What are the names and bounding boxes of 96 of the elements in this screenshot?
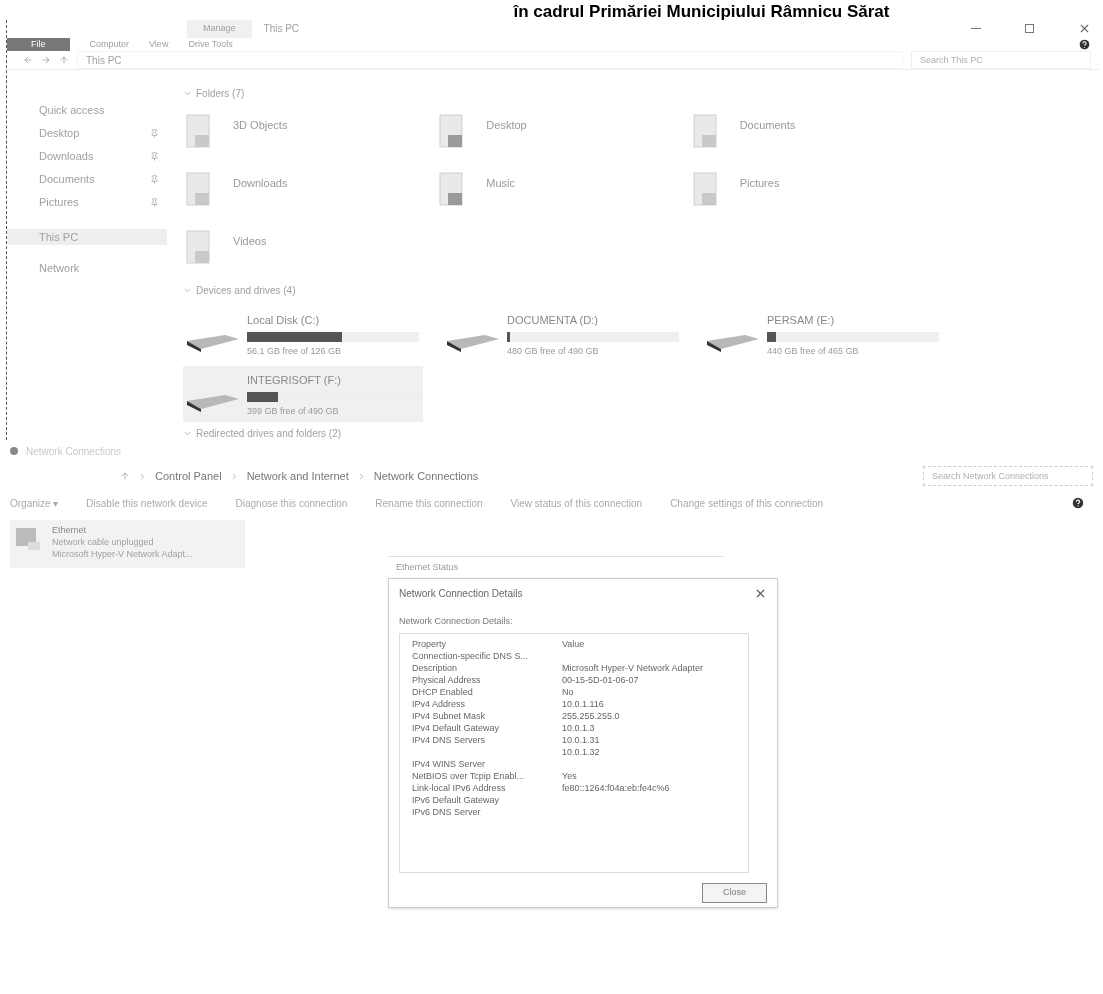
toolbar-button[interactable]: View status of this connection [510, 495, 643, 511]
drive-icon [707, 335, 759, 352]
folder-name: Documents [739, 118, 796, 133]
ribbon-tab[interactable]: View [149, 37, 169, 51]
search-field[interactable]: Search Network Connections [923, 466, 1093, 486]
breadcrumb-link[interactable]: Network and Internet [246, 467, 349, 485]
drive-name: INTEGRISOFT (F:) [247, 373, 342, 388]
sidebar-item[interactable]: Network [7, 260, 167, 276]
folder-name: Videos [233, 234, 267, 249]
table-cell-text: DHCP Enabled [412, 685, 474, 698]
window-title: This PC [263, 22, 300, 37]
network-icon [10, 447, 18, 455]
table-cell-text: Description [412, 661, 459, 674]
column-header: Value [562, 637, 586, 650]
back-arrow-icon[interactable] [23, 55, 33, 65]
chevron-icon[interactable] [183, 286, 192, 295]
close-button[interactable]: Close [702, 882, 767, 903]
toolbar-button[interactable]: Disable this network device [86, 495, 208, 511]
adapter-tile[interactable]: Ethernet Network cable unplugged Microsoft Hyper-V Network Adapt... [10, 520, 245, 568]
group-label: Network Connection Details: [399, 615, 514, 628]
table-cell-text: IPv4 WINS Server [412, 757, 486, 770]
table-cell-text: 10.0.1.31 [562, 733, 601, 746]
folder-name: Pictures [739, 176, 780, 191]
ribbon-tab[interactable]: Computer [89, 37, 130, 51]
table-cell-text: No [562, 685, 575, 698]
section-heading: Devices and drives (4) [196, 284, 296, 298]
table-cell-text: IPv4 DNS Servers [412, 733, 487, 746]
table-cell-text: Microsoft Hyper-V Network Adapter [562, 661, 705, 674]
section-heading: Redirected drives and folders (2) [196, 427, 342, 441]
maximize-icon[interactable] [1025, 24, 1034, 34]
toolbar-button[interactable]: Organize ▾ [10, 495, 59, 511]
drive-icon [447, 335, 499, 352]
sidebar-item[interactable]: Documents [7, 171, 167, 187]
dialog-title: Network Connection Details [399, 586, 524, 601]
drive-icon [187, 395, 239, 412]
section-heading: Folders (7) [196, 87, 245, 101]
table-cell-text: Connection-specific DNS S... [412, 649, 530, 662]
sidebar-item[interactable]: Desktop [7, 125, 167, 141]
free-space-text: 480 GB free of 490 GB [507, 344, 600, 358]
drive-tile[interactable]: PERSAM (E:) 440 GB free of 465 GB [703, 306, 943, 362]
table-cell-text: Link-local IPv6 Address [412, 781, 507, 794]
drive-name: PERSAM (E:) [767, 313, 836, 328]
folder-name: Music [486, 176, 516, 191]
drive-tile[interactable]: DOCUMENTA (D:) 480 GB free of 490 GB [443, 306, 683, 362]
free-space-text: 399 GB free of 490 GB [247, 404, 340, 418]
table-cell-text: IPv4 Subnet Mask [412, 709, 487, 722]
drive-tile[interactable]: Local Disk (C:) 56.1 GB free of 126 GB [183, 306, 423, 362]
sidebar-item[interactable]: Pictures [7, 194, 167, 210]
document-heading: în cadrul Primăriei Municipiului Râmnicu Sărat [513, 3, 890, 20]
free-space-text: 56.1 GB free of 126 GB [247, 344, 343, 358]
table-cell-text: IPv6 DNS Server [412, 805, 482, 818]
adapter-status: Network cable unplugged [52, 536, 155, 548]
breadcrumb-separator-icon [138, 471, 147, 481]
table-cell-text: Yes [562, 769, 578, 782]
chevron-icon[interactable] [183, 429, 192, 438]
table-cell-text: NetBIOS over Tcpip Enabl... [412, 769, 525, 782]
table-cell-text: 00-15-5D-01-06-07 [562, 673, 640, 686]
table-cell-text: 255.255.255.0 [562, 709, 621, 722]
toolbar-button[interactable]: Change settings of this connection [670, 495, 824, 511]
help-icon[interactable] [1078, 37, 1091, 51]
table-cell-text: 10.0.1.3 [562, 721, 596, 734]
table-cell-text: IPv4 Default Gateway [412, 721, 501, 734]
drive-name: DOCUMENTA (D:) [507, 313, 599, 328]
minimize-icon[interactable] [971, 28, 981, 30]
column-header: Property [412, 637, 447, 650]
chevron-icon[interactable] [183, 89, 192, 98]
sidebar-item[interactable]: Quick access [7, 102, 167, 118]
drive-icon [187, 335, 239, 352]
adapter-device: Microsoft Hyper-V Network Adapt... [52, 548, 193, 560]
table-cell-text: IPv6 Default Gateway [412, 793, 501, 806]
breadcrumb-link[interactable]: Network Connections [373, 467, 479, 485]
address-bar[interactable]: This PC [77, 51, 903, 69]
table-cell-text: fe80::1264:f04a:eb:fe4c%6 [562, 781, 671, 794]
folder-name: Downloads [233, 176, 288, 191]
up-arrow-icon[interactable] [59, 55, 69, 65]
toolbar-button[interactable]: Rename this connection [375, 495, 483, 511]
folder-name: 3D Objects [233, 118, 288, 133]
folder-name: Desktop [486, 118, 527, 133]
ribbon-tab[interactable]: Drive Tools [188, 37, 233, 51]
table-cell-text: Physical Address [412, 673, 482, 686]
table-cell-text: 10.0.1.32 [562, 745, 601, 758]
toolbar-button[interactable]: Diagnose this connection [235, 495, 348, 511]
free-space-text: 440 GB free of 465 GB [767, 344, 860, 358]
drive-tile[interactable]: INTEGRISOFT (F:) 399 GB free of 490 GB [183, 366, 423, 422]
table-cell-text: 10.0.1.116 [562, 697, 605, 710]
window-title: Ethernet Status [396, 560, 459, 574]
forward-arrow-icon[interactable] [41, 55, 51, 65]
help-icon[interactable] [1071, 496, 1085, 510]
up-arrow-icon[interactable] [120, 471, 130, 481]
adapter-name: Ethernet [52, 524, 88, 536]
breadcrumb-link[interactable]: Control Panel [155, 467, 222, 485]
sidebar-item[interactable]: Downloads [7, 148, 167, 164]
sidebar-item[interactable]: This PC [7, 229, 167, 245]
table-cell-text: IPv4 Address [412, 697, 467, 710]
drive-name: Local Disk (C:) [247, 313, 321, 328]
ribbon-tab[interactable]: File [7, 37, 70, 51]
